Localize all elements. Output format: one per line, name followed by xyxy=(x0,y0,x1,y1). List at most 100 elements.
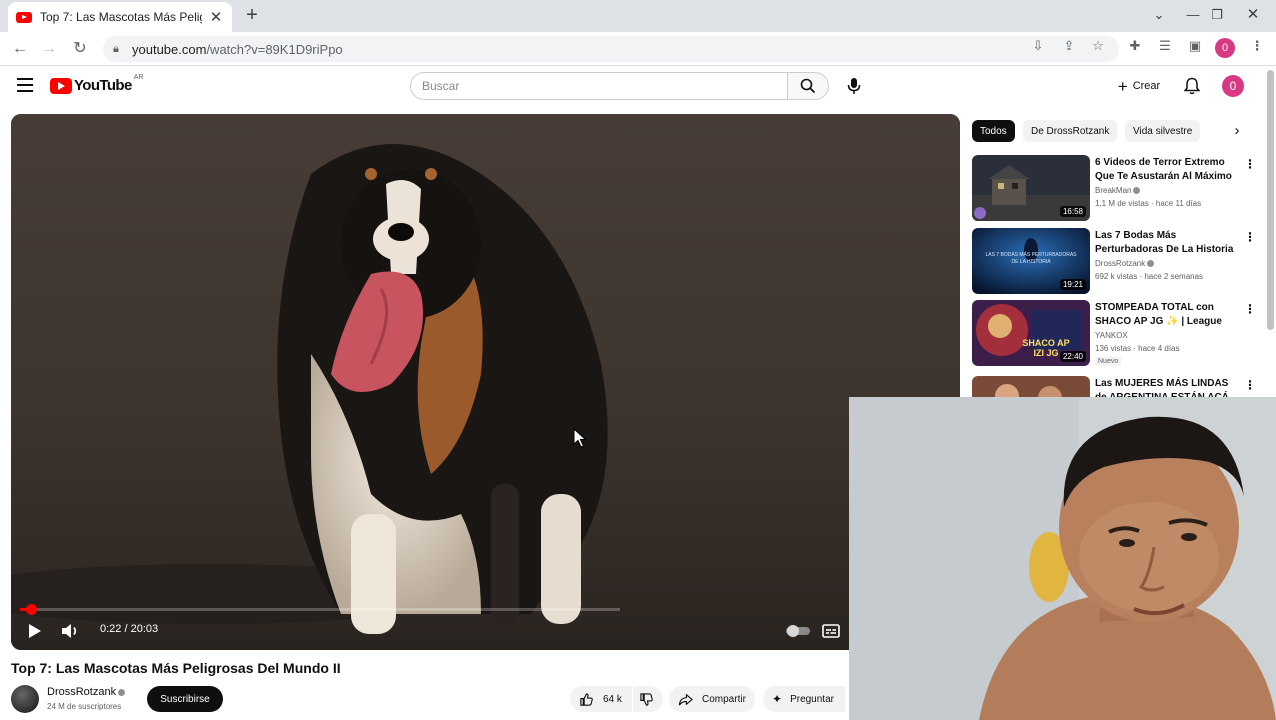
video-duration: 19:21 xyxy=(1059,279,1086,290)
notifications-button[interactable] xyxy=(1180,74,1204,98)
page-scrollbar[interactable] xyxy=(1267,70,1274,330)
browser-tab[interactable]: Top 7: Las Mascotas Más Peligros ✕ xyxy=(8,2,232,32)
search-button[interactable] xyxy=(787,72,829,100)
subscribe-button[interactable]: Suscribirse xyxy=(147,686,223,712)
minimize-icon[interactable]: — xyxy=(1180,4,1206,26)
recommendation-meta: 136 vistas · hace 4 días xyxy=(1095,344,1180,353)
browser-toolbar: ← → ↻ 🔒︎ youtube.com/watch?v=89K1D9riPpo… xyxy=(0,32,1276,66)
reload-icon[interactable]: ↻ xyxy=(69,38,91,60)
recommendation-item[interactable]: Las MUJERES MÁS LINDAS de ARGENTINA ESTÁ… xyxy=(972,376,1262,397)
search-icon xyxy=(800,78,816,94)
download-icon[interactable]: ⇩ xyxy=(1029,37,1047,55)
like-button[interactable]: 64 k xyxy=(570,686,632,712)
video-duration: 22:40 xyxy=(1059,351,1086,362)
extensions-icon[interactable]: ✚ xyxy=(1126,37,1144,55)
webcam-person-image xyxy=(849,397,1276,720)
subscriber-count: 24 M de suscriptores xyxy=(47,702,122,711)
chip-wildlife[interactable]: Vida silvestre xyxy=(1125,120,1201,142)
subtitles-button[interactable] xyxy=(819,619,843,643)
tab-title: Top 7: Las Mascotas Más Peligros xyxy=(40,10,202,24)
chip-all[interactable]: Todos xyxy=(972,120,1015,142)
video-player[interactable]: 0:22 / 20:03 xyxy=(11,114,960,650)
country-code: AR xyxy=(133,74,144,81)
recommendation-item[interactable]: 16:58 6 Videos de Terror Extremo Que Te … xyxy=(972,155,1262,223)
dislike-button[interactable] xyxy=(633,686,663,712)
ask-button[interactable]: ✦ Preguntar xyxy=(763,686,845,712)
video-duration: 16:58 xyxy=(1059,206,1086,217)
voice-search-button[interactable] xyxy=(840,72,868,100)
youtube-logo[interactable]: YouTube AR xyxy=(50,74,144,94)
channel-avatar[interactable] xyxy=(11,685,39,713)
recommendation-title[interactable]: Las 7 Bodas Más Perturbadoras De La Hist… xyxy=(1095,229,1241,257)
autoplay-toggle[interactable] xyxy=(785,624,811,638)
video-frame-dog xyxy=(11,114,960,650)
recommendation-item[interactable]: SHACO AP IZI JG 22:40 STOMPEADA TOTAL co… xyxy=(972,300,1262,370)
bell-icon xyxy=(1184,77,1200,95)
address-bar[interactable]: 🔒︎ youtube.com/watch?v=89K1D9riPpo xyxy=(103,36,1119,62)
autoplay-toggle-icon xyxy=(786,625,810,637)
video-thumbnail[interactable]: 16:58 xyxy=(972,155,1090,221)
mute-button[interactable] xyxy=(58,619,82,643)
back-icon[interactable]: ← xyxy=(9,38,31,60)
hamburger-icon[interactable] xyxy=(17,78,33,92)
recommendation-item[interactable]: LAS 7 BODAS MÁS PERTURBADORAS DE LA HIST… xyxy=(972,228,1262,296)
mouse-cursor-icon xyxy=(573,428,587,448)
kebab-icon[interactable]: ⋮ xyxy=(1248,37,1266,55)
user-avatar[interactable]: 0 xyxy=(1222,75,1244,97)
play-icon xyxy=(29,624,41,638)
time-display: 0:22 / 20:03 xyxy=(100,623,159,635)
create-label: Crear xyxy=(1132,80,1161,92)
share-label: Compartir xyxy=(702,693,746,705)
share-button[interactable]: Compartir xyxy=(669,686,755,712)
create-button[interactable]: + Crear xyxy=(1108,71,1170,101)
video-thumbnail[interactable] xyxy=(972,376,1090,397)
channel-name-text: DrossRotzank xyxy=(47,686,117,698)
logo-text: YouTube xyxy=(74,77,132,94)
kebab-icon[interactable]: ⋮ xyxy=(1244,302,1256,316)
recommendation-title[interactable]: Las MUJERES MÁS LINDAS de ARGENTINA ESTÁ… xyxy=(1095,377,1241,397)
recommendation-meta: 692 k vistas · hace 2 semanas xyxy=(1095,272,1204,281)
youtube-masthead: YouTube AR + Crear 0 xyxy=(0,66,1276,106)
close-icon[interactable]: ✕ xyxy=(208,8,224,26)
new-badge: Nuevo xyxy=(1095,357,1122,366)
video-progress-handle[interactable] xyxy=(25,604,37,615)
youtube-logo-icon xyxy=(50,77,72,94)
video-progress-bar[interactable] xyxy=(20,604,620,615)
channel-name[interactable]: DrossRotzank xyxy=(47,686,126,698)
kebab-icon[interactable]: ⋮ xyxy=(1244,157,1256,171)
sparkle-icon: ✦ xyxy=(772,692,783,706)
verified-icon xyxy=(118,688,126,696)
restore-icon[interactable]: ❐ xyxy=(1204,4,1230,26)
video-thumbnail[interactable]: LAS 7 BODAS MÁS PERTURBADORAS DE LA HIST… xyxy=(972,228,1090,294)
kebab-icon[interactable]: ⋮ xyxy=(1244,378,1256,392)
search-input[interactable] xyxy=(411,73,787,99)
video-thumbnail[interactable]: SHACO AP IZI JG 22:40 xyxy=(972,300,1090,366)
close-window-icon[interactable]: ✕ xyxy=(1240,4,1266,26)
subtitles-icon xyxy=(822,624,840,638)
share-icon xyxy=(678,693,693,705)
recommendation-meta: 1,1 M de vistas · hace 11 días xyxy=(1095,199,1202,208)
thumbnail-image xyxy=(972,376,1090,397)
recommendation-channel[interactable]: YANKOX xyxy=(1095,331,1128,340)
webcam-overlay xyxy=(849,397,1276,720)
mic-icon xyxy=(847,78,861,94)
dislike-icon xyxy=(640,692,653,706)
share-icon[interactable]: ⇪ xyxy=(1060,37,1078,55)
plus-icon: + xyxy=(1117,76,1128,96)
recommendation-channel: BreakMan xyxy=(1095,186,1141,195)
side-panel-icon[interactable]: ▣ xyxy=(1186,37,1204,55)
plus-icon[interactable]: + xyxy=(242,5,262,25)
chevron-right-icon[interactable]: › xyxy=(1228,122,1246,140)
recommendation-title[interactable]: STOMPEADA TOTAL con SHACO AP JG ✨ | Leag… xyxy=(1095,301,1241,329)
reading-list-icon[interactable]: ☰ xyxy=(1156,37,1174,55)
url-text: youtube.com/watch?v=89K1D9riPpo xyxy=(132,41,343,57)
recommendation-title[interactable]: 6 Videos de Terror Extremo Que Te Asusta… xyxy=(1095,156,1241,184)
kebab-icon[interactable]: ⋮ xyxy=(1244,230,1256,244)
forward-icon[interactable]: → xyxy=(38,38,60,60)
play-button[interactable] xyxy=(22,619,46,643)
chip-from-channel[interactable]: De DrossRotzank xyxy=(1023,120,1118,142)
chevron-down-icon[interactable]: ⌄ xyxy=(1146,4,1172,26)
star-icon[interactable]: ☆ xyxy=(1089,37,1107,55)
video-title: Top 7: Las Mascotas Más Peligrosas Del M… xyxy=(11,660,341,676)
browser-profile-avatar[interactable]: 0 xyxy=(1215,38,1235,58)
